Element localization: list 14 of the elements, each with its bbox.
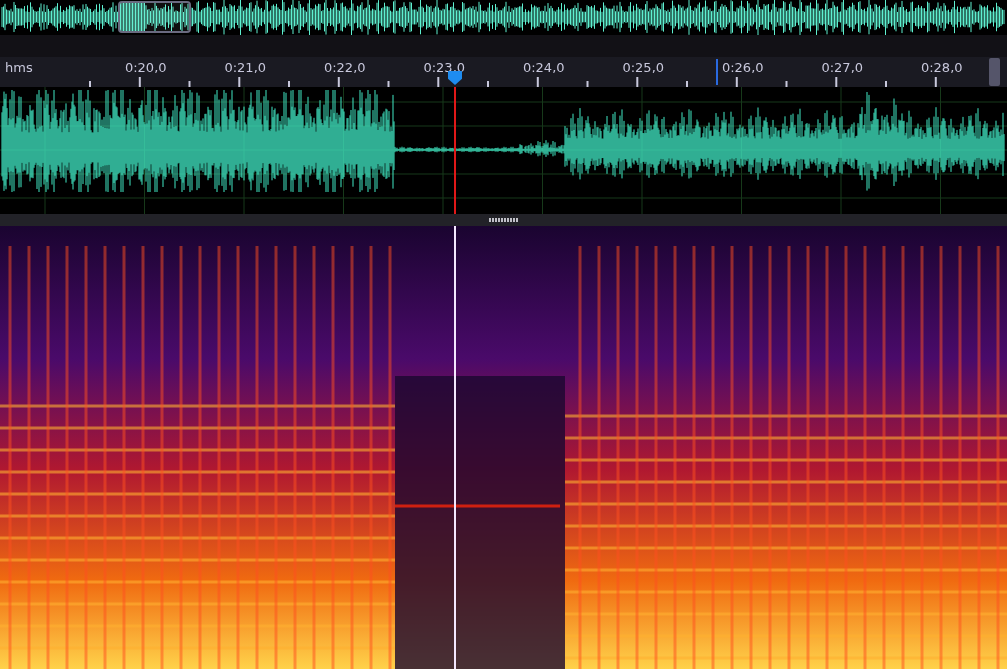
playhead-marker[interactable] xyxy=(448,71,462,85)
time-label: 0:28,0 xyxy=(920,59,963,75)
cue-line xyxy=(716,59,718,85)
time-label: 0:25,0 xyxy=(622,59,665,75)
time-label: 0:27,0 xyxy=(821,59,864,75)
time-label: 0:24,0 xyxy=(522,59,565,75)
scroll-handle[interactable] xyxy=(989,58,1000,86)
time-label: 0:22,0 xyxy=(323,59,366,75)
time-label: 0:26,0 xyxy=(721,59,764,75)
time-label: 0:20,0 xyxy=(124,59,167,75)
view-range-handle[interactable] xyxy=(118,1,191,33)
grip-icon xyxy=(488,218,519,222)
time-unit-label: hms xyxy=(4,59,34,75)
time-label: 0:21,0 xyxy=(224,59,267,75)
